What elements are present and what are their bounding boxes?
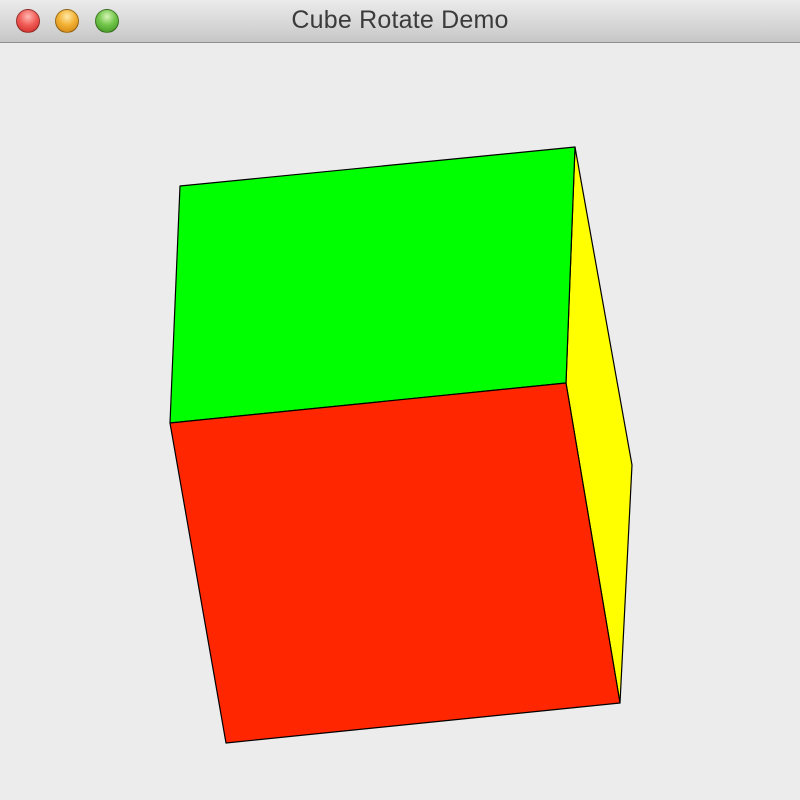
top-face — [169, 146, 576, 424]
cube-drawing — [169, 146, 633, 744]
title-bar[interactable]: Cube Rotate Demo — [0, 0, 800, 43]
window-title: Cube Rotate Demo — [291, 6, 509, 34]
app-window: Cube Rotate Demo — [0, 0, 800, 800]
drawing-canvas[interactable] — [0, 43, 800, 800]
front-face — [169, 382, 621, 744]
